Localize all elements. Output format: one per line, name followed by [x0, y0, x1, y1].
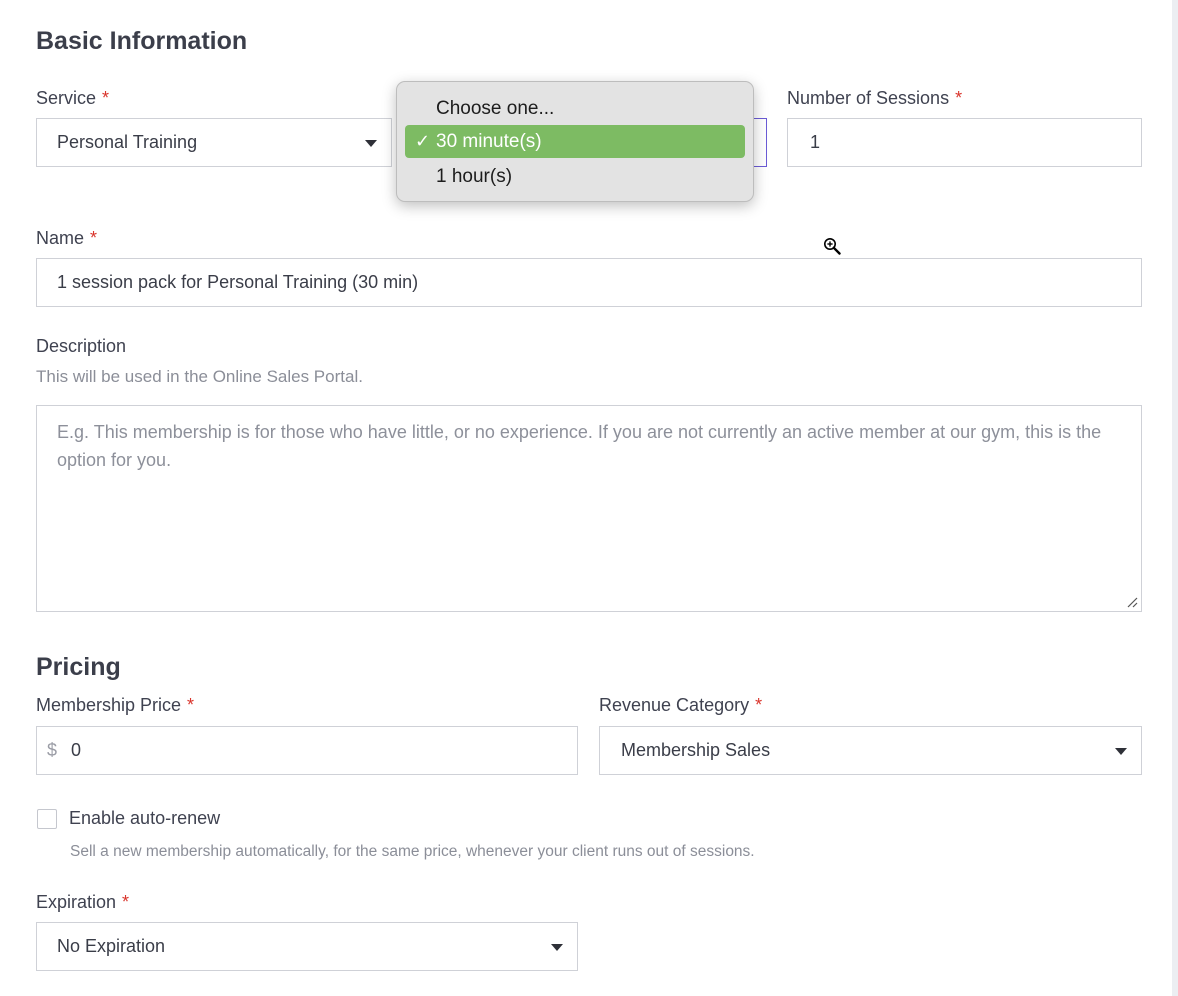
- expiration-select[interactable]: No Expiration: [36, 922, 578, 971]
- required-marker: *: [955, 88, 963, 108]
- name-input[interactable]: 1 session pack for Personal Training (30…: [36, 258, 1142, 307]
- revenue-category-select[interactable]: Membership Sales: [599, 726, 1142, 775]
- chevron-down-icon: [1115, 747, 1127, 755]
- revenue-category-label: Revenue Category *: [599, 695, 763, 715]
- sessions-label: Number of Sessions *: [787, 88, 963, 108]
- chevron-down-icon: [365, 139, 377, 147]
- resize-grip-icon[interactable]: [1126, 596, 1138, 608]
- service-select[interactable]: Personal Training: [36, 118, 392, 167]
- name-input-value: 1 session pack for Personal Training (30…: [57, 272, 419, 292]
- description-placeholder: E.g. This membership is for those who ha…: [57, 422, 1102, 470]
- description-hint: This will be used in the Online Sales Po…: [36, 367, 363, 386]
- service-select-value: Personal Training: [57, 132, 198, 152]
- revenue-category-value: Membership Sales: [621, 740, 771, 760]
- zoom-in-icon: [824, 238, 841, 255]
- membership-price-value: 0: [71, 740, 82, 760]
- form-page: Basic Information Service * Personal Trai…: [0, 0, 1172, 996]
- service-label: Service *: [36, 88, 110, 108]
- menu-item-label: 1 hour(s): [436, 165, 513, 187]
- menu-item-30-minutes[interactable]: ✓ 30 minute(s): [405, 125, 745, 158]
- required-marker: *: [755, 695, 763, 715]
- duration-dropdown-menu: Choose one... ✓ 30 minute(s) 1 hour(s): [396, 81, 754, 202]
- section-title-pricing: Pricing: [36, 653, 121, 681]
- auto-renew-hint: Sell a new membership automatically, for…: [70, 843, 755, 860]
- auto-renew-label[interactable]: Enable auto-renew: [69, 808, 220, 829]
- description-label: Description: [36, 336, 127, 356]
- required-marker: *: [102, 88, 110, 108]
- required-marker: *: [90, 228, 98, 248]
- membership-price-label: Membership Price *: [36, 695, 195, 715]
- menu-item-label: 30 minute(s): [436, 130, 542, 152]
- menu-item-choose-one[interactable]: Choose one...: [405, 92, 745, 125]
- page-right-edge: [1172, 0, 1178, 996]
- section-title-basic-information: Basic Information: [36, 27, 248, 55]
- membership-price-input[interactable]: $ 0: [36, 726, 578, 775]
- sessions-input[interactable]: 1: [787, 118, 1142, 167]
- expiration-label: Expiration *: [36, 892, 130, 912]
- required-marker: *: [187, 695, 195, 715]
- chevron-down-icon: [551, 943, 563, 951]
- description-textarea[interactable]: E.g. This membership is for those who ha…: [36, 405, 1142, 612]
- menu-item-1-hour[interactable]: 1 hour(s): [405, 160, 745, 193]
- name-label: Name *: [36, 228, 98, 248]
- menu-item-label: Choose one...: [436, 97, 555, 119]
- sessions-input-value: 1: [810, 132, 821, 152]
- auto-renew-checkbox[interactable]: [37, 809, 57, 829]
- expiration-select-value: No Expiration: [57, 936, 166, 956]
- required-marker: *: [122, 892, 130, 912]
- currency-symbol: $: [47, 740, 58, 760]
- checkmark-icon: ✓: [415, 130, 431, 151]
